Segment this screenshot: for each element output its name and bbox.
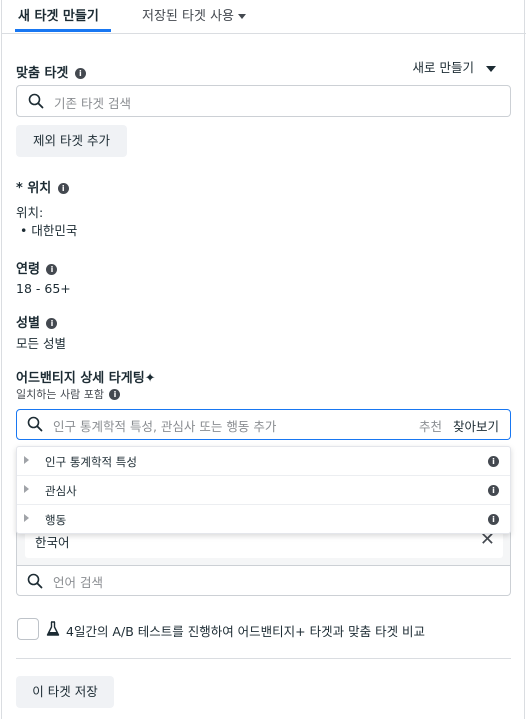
divider	[16, 658, 511, 659]
dropdown-item-demographics[interactable]: 인구 통계학적 특성 i	[17, 447, 510, 476]
language-chip-label: 한국어	[35, 535, 70, 550]
tab-bar: 새 타겟 만들기 저장된 타겟 사용	[2, 0, 526, 34]
exclude-audience-button[interactable]: 제외 타겟 추가	[16, 125, 127, 157]
info-icon[interactable]: i	[74, 68, 86, 79]
gender-label-text: 성별	[16, 316, 40, 331]
targeting-browse-dropdown: 인구 통계학적 특성 i 관심사 i 행동 i	[16, 446, 511, 534]
age-label-text: 연령	[16, 262, 40, 277]
chevron-right-icon	[24, 514, 29, 522]
detailed-targeting-search-input[interactable]: 인구 통계학적 특성, 관심사 또는 행동 추가 추천 찾아보기	[16, 409, 511, 440]
flask-icon	[46, 621, 60, 636]
tab-saved-audience[interactable]: 저장된 타겟 사용	[142, 5, 246, 24]
location-label-text: * 위치	[16, 181, 52, 196]
custom-audience-label: 맞춤 타겟 i	[16, 62, 86, 81]
ab-test-label: 4일간의 A/B 테스트를 진행하여 어드밴티지+ 타겟과 맞춤 타겟 비교	[66, 624, 426, 639]
advantage-targeting-label: 어드밴티지 상세 타게팅✦	[16, 371, 156, 386]
dropdown-item-behaviors[interactable]: 행동 i	[17, 505, 510, 534]
dropdown-item-label: 인구 통계학적 특성	[45, 455, 137, 469]
caret-down-icon	[486, 65, 496, 72]
tab-saved-label: 저장된 타겟 사용	[142, 9, 234, 24]
custom-audience-label-text: 맞춤 타겟	[16, 66, 69, 81]
dropdown-item-label: 행동	[45, 513, 67, 527]
gender-value: 모든 성별	[16, 336, 66, 351]
age-label: 연령 i	[16, 258, 58, 277]
include-people-text: 일치하는 사람 포함	[16, 388, 104, 401]
tab-create-new[interactable]: 새 타겟 만들기	[15, 5, 111, 32]
info-icon[interactable]: i	[488, 514, 499, 525]
language-search-placeholder: 언어 검색	[53, 575, 103, 590]
gender-label: 성별 i	[16, 312, 58, 331]
chevron-right-icon	[24, 485, 29, 493]
include-people-label: 일치하는 사람 포함 i	[16, 386, 121, 402]
caret-down-icon	[238, 14, 246, 19]
info-icon[interactable]: i	[46, 318, 58, 329]
language-search-input[interactable]: 언어 검색	[16, 565, 511, 596]
ab-test-checkbox[interactable]	[17, 618, 39, 640]
custom-audience-placeholder: 기존 타겟 검색	[54, 96, 131, 111]
search-icon	[28, 93, 44, 109]
browse-link[interactable]: 찾아보기	[453, 416, 499, 435]
location-label: * 위치 i	[16, 177, 69, 196]
detailed-targeting-placeholder: 인구 통계학적 특성, 관심사 또는 행동 추가	[53, 419, 277, 434]
chevron-right-icon	[24, 456, 29, 464]
search-icon	[27, 573, 43, 589]
create-new-dropdown[interactable]: 새로 만들기	[413, 57, 496, 76]
save-audience-button[interactable]: 이 타겟 저장	[16, 676, 114, 708]
info-icon[interactable]: i	[109, 389, 121, 400]
info-icon[interactable]: i	[488, 485, 499, 496]
location-value: • 대한민국	[20, 223, 78, 238]
dropdown-item-label: 관심사	[45, 484, 77, 498]
suggest-link[interactable]: 추천	[419, 416, 442, 435]
location-prefix: 위치:	[16, 205, 44, 220]
create-new-label: 새로 만들기	[412, 60, 475, 75]
info-icon[interactable]: i	[46, 264, 58, 275]
info-icon[interactable]: i	[488, 456, 499, 467]
age-value: 18 - 65+	[16, 281, 71, 296]
dropdown-item-interests[interactable]: 관심사 i	[17, 476, 510, 505]
custom-audience-search-input[interactable]: 기존 타겟 검색	[16, 85, 511, 117]
audience-panel: 새 타겟 만들기 저장된 타겟 사용 맞춤 타겟 i 새로 만들기 기존 타겟 …	[1, 0, 526, 719]
info-icon[interactable]: i	[57, 183, 69, 194]
search-icon	[27, 416, 43, 432]
